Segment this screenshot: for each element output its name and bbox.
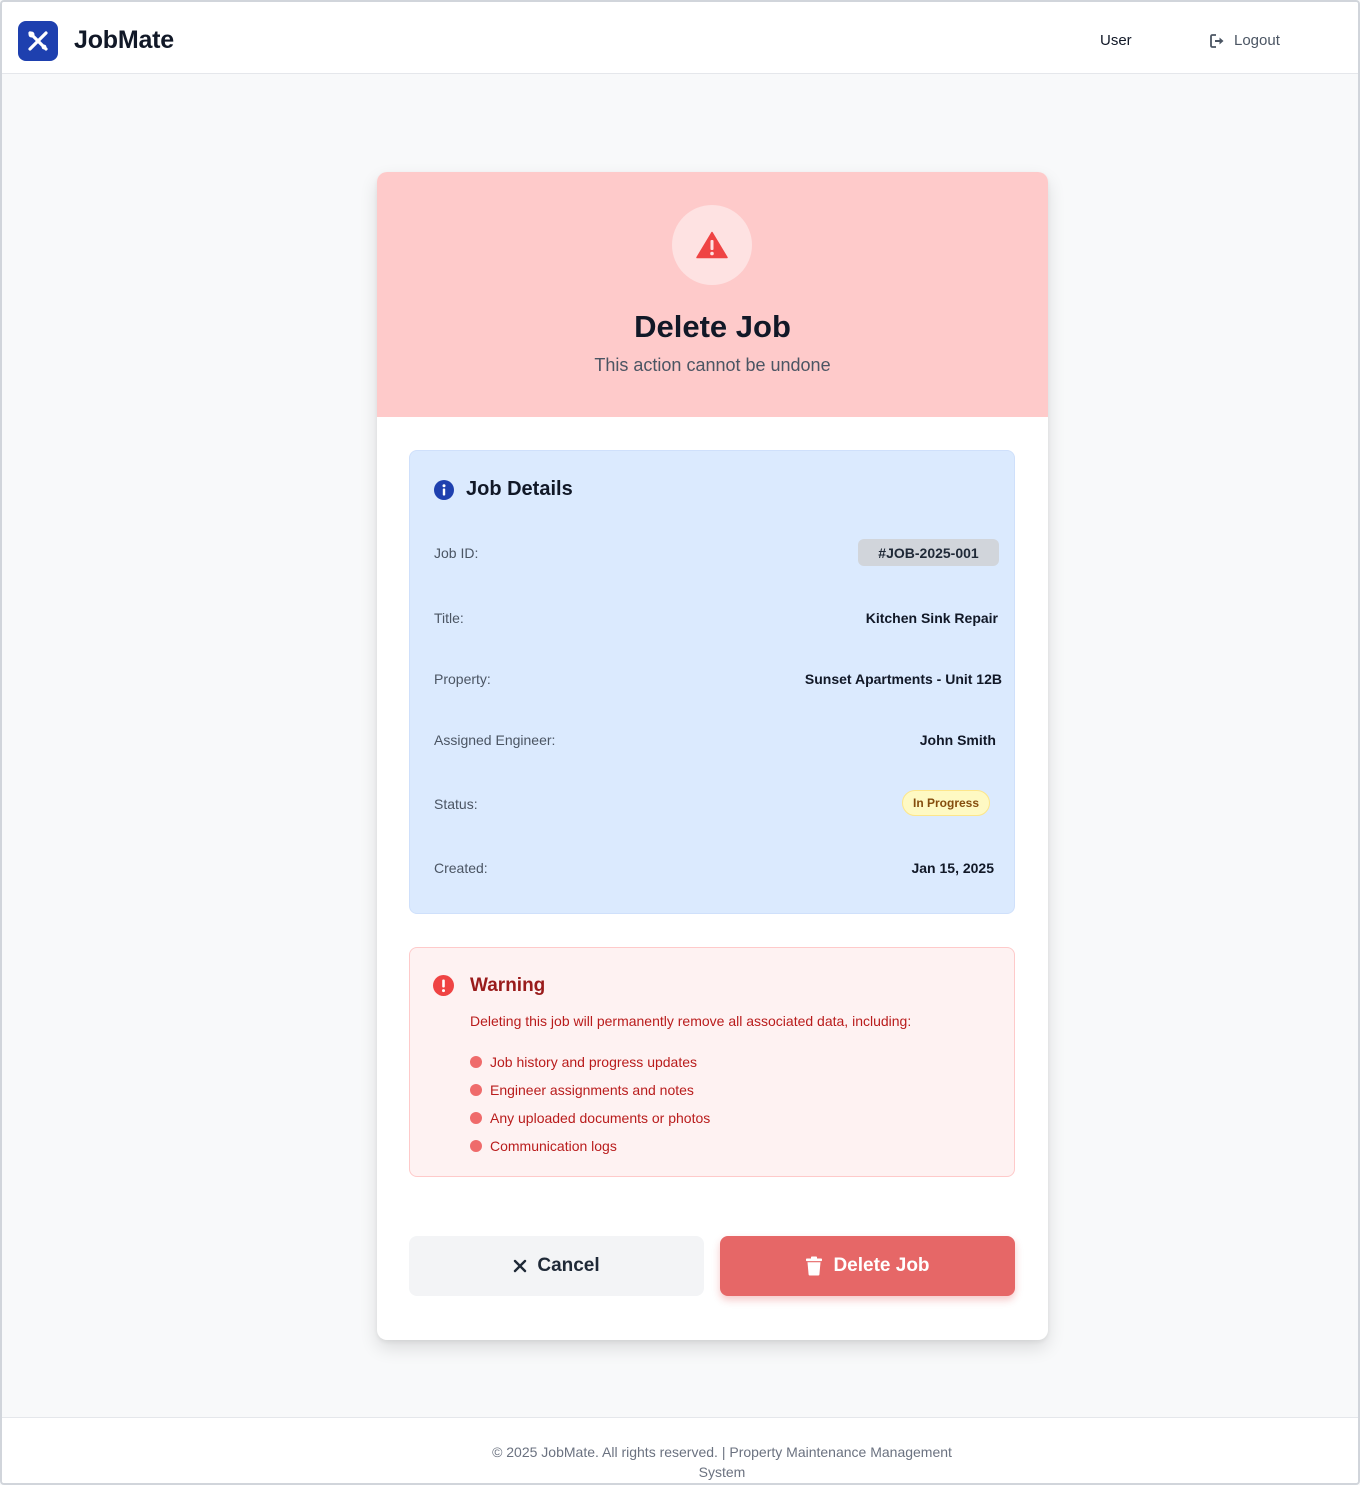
engineer-label: Assigned Engineer:: [434, 732, 556, 748]
warning-panel: Warning Deleting this job will permanent…: [409, 947, 1015, 1177]
list-item-text: Communication logs: [490, 1138, 617, 1154]
danger-header: Delete Job This action cannot be undone: [377, 172, 1048, 417]
cancel-label: Cancel: [537, 1255, 600, 1276]
logo[interactable]: [18, 21, 58, 61]
bullet-icon: [470, 1056, 482, 1068]
close-icon: [514, 1259, 527, 1273]
delete-label: Delete Job: [833, 1255, 930, 1276]
status-label: Status:: [434, 796, 478, 812]
list-item: Communication logs: [470, 1132, 710, 1160]
title-value: Kitchen Sink Repair: [865, 610, 998, 626]
trash-icon: [806, 1256, 823, 1276]
info-icon: [434, 479, 454, 500]
job-id-label: Job ID:: [434, 545, 479, 561]
page-title: Delete Job: [634, 309, 791, 344]
cancel-button[interactable]: Cancel: [409, 1236, 704, 1296]
created-value: Jan 15, 2025: [911, 860, 994, 876]
alert-circle-icon: [433, 975, 454, 996]
title-label: Title:: [434, 610, 464, 626]
status-badge: In Progress: [902, 790, 990, 816]
job-id-badge: #JOB-2025-001: [858, 539, 999, 566]
list-item-text: Job history and progress updates: [490, 1054, 698, 1070]
list-item: Any uploaded documents or photos: [470, 1104, 710, 1132]
footer: © 2025 JobMate. All rights reserved. | P…: [2, 1417, 1358, 1483]
warning-title: Warning: [470, 975, 546, 996]
job-details-heading: Job Details: [434, 478, 573, 501]
top-navbar: JobMate User Logout: [2, 2, 1358, 74]
property-label: Property:: [434, 671, 491, 687]
tools-icon: [28, 31, 48, 51]
property-value: Sunset Apartments - Unit 12B: [804, 671, 1002, 687]
page: JobMate User Logout Delete Job This acti…: [0, 0, 1360, 1485]
footer-text: © 2025 JobMate. All rights reserved. | P…: [492, 1444, 952, 1480]
logout-icon: [1210, 33, 1224, 48]
list-item: Engineer assignments and notes: [470, 1076, 710, 1104]
bullet-icon: [470, 1084, 482, 1096]
delete-job-button[interactable]: Delete Job: [720, 1236, 1015, 1296]
bullet-icon: [470, 1112, 482, 1124]
page-subtitle: This action cannot be undone: [594, 355, 831, 375]
user-menu[interactable]: User: [1100, 32, 1132, 49]
alert-badge: [672, 205, 752, 285]
list-item: Job history and progress updates: [470, 1048, 710, 1076]
brand-name[interactable]: JobMate: [74, 26, 174, 55]
logout-link[interactable]: Logout: [1210, 32, 1280, 49]
logout-label: Logout: [1234, 32, 1280, 49]
list-item-text: Engineer assignments and notes: [490, 1082, 694, 1098]
list-item-text: Any uploaded documents or photos: [490, 1110, 711, 1126]
job-details-panel: Job Details Job ID: #JOB-2025-001 Title:…: [409, 450, 1015, 914]
bullet-icon: [470, 1140, 482, 1152]
job-details-title: Job Details: [466, 478, 573, 500]
warning-text: Deleting this job will permanently remov…: [470, 1013, 912, 1029]
delete-job-card: Delete Job This action cannot be undone …: [377, 172, 1048, 1340]
warning-triangle-icon: [696, 231, 728, 259]
created-label: Created:: [434, 860, 488, 876]
engineer-value: John Smith: [919, 732, 996, 748]
warning-list: Job history and progress updates Enginee…: [470, 1048, 710, 1160]
